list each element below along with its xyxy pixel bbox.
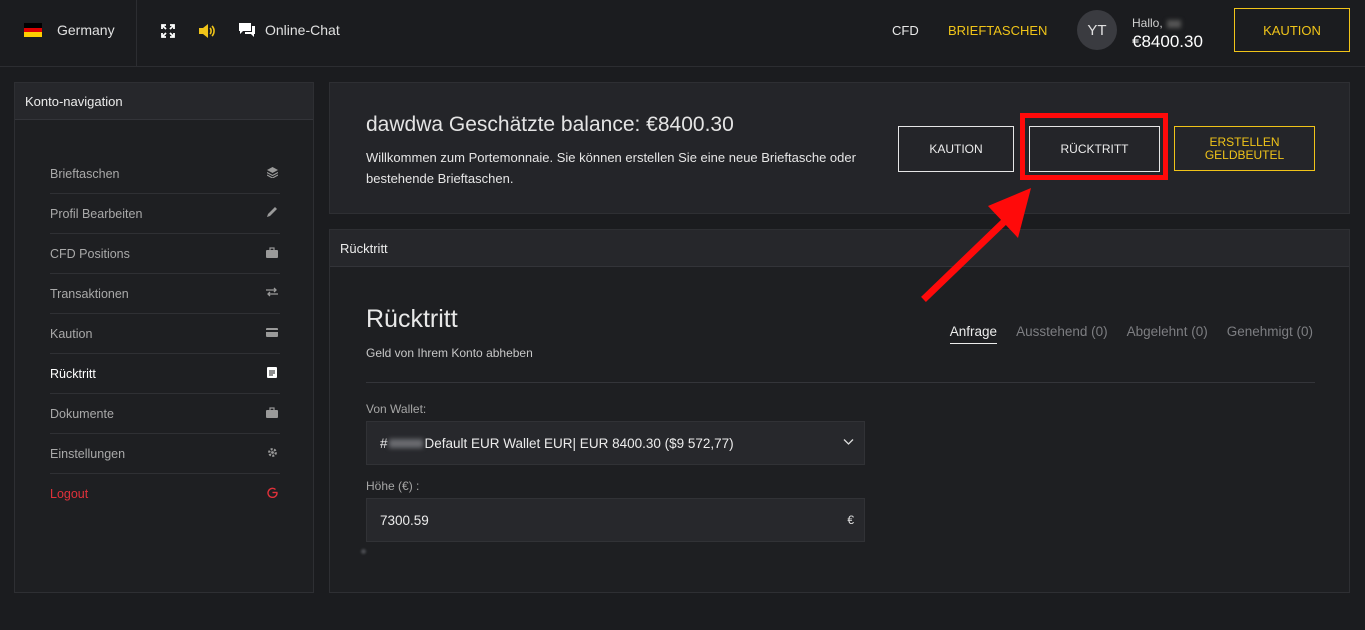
country-selector[interactable]: Germany bbox=[24, 22, 115, 38]
account-navigation: Konto-navigation Brieftaschen Profil Bea… bbox=[14, 82, 314, 593]
sidebar-item-transactions[interactable]: Transaktionen bbox=[50, 274, 280, 314]
blurred-dot bbox=[361, 549, 366, 554]
tab-rejected[interactable]: Abgelehnt (0) bbox=[1127, 324, 1208, 344]
header-deposit-button[interactable]: KAUTION bbox=[1234, 8, 1350, 52]
sidebar-item-label: Einstellungen bbox=[50, 446, 126, 461]
layers-icon bbox=[264, 166, 280, 181]
top-bar: Germany Online-Chat CFD BRIEFTASCHEN YT … bbox=[0, 0, 1365, 67]
deposit-button[interactable]: KAUTION bbox=[898, 126, 1014, 172]
sidebar-item-label: Brieftaschen bbox=[50, 166, 120, 181]
gear-icon bbox=[264, 447, 280, 461]
sidebar-item-label: Transaktionen bbox=[50, 286, 129, 301]
online-chat-link[interactable]: Online-Chat bbox=[238, 22, 340, 38]
sidebar-item-logout[interactable]: Logout bbox=[50, 474, 280, 514]
fullscreen-icon[interactable] bbox=[157, 20, 179, 42]
sidebar-title: Konto-navigation bbox=[15, 83, 313, 120]
wallet-description: Willkommen zum Portemonnaie. Sie können … bbox=[366, 150, 856, 186]
sidebar-menu: Brieftaschen Profil Bearbeiten CFD Posit… bbox=[50, 154, 280, 514]
sidebar-item-documents[interactable]: Dokumente bbox=[50, 394, 280, 434]
sidebar-item-edit-profile[interactable]: Profil Bearbeiten bbox=[50, 194, 280, 234]
nav-wallets[interactable]: BRIEFTASCHEN bbox=[948, 23, 1047, 38]
divider bbox=[366, 382, 1315, 383]
withdraw-button[interactable]: RÜCKTRITT bbox=[1029, 126, 1160, 172]
withdraw-panel-header: Rücktritt bbox=[330, 230, 1349, 267]
wallet-summary-panel: dawdwa Geschätzte balance: €8400.30 Will… bbox=[329, 82, 1350, 214]
sidebar-item-label: Profil Bearbeiten bbox=[50, 206, 143, 221]
currency-suffix: € bbox=[847, 513, 854, 527]
wallet-hash: # bbox=[380, 435, 388, 451]
withdraw-subtitle: Geld von Ihrem Konto abheben bbox=[366, 346, 533, 360]
card-icon bbox=[264, 327, 280, 340]
sidebar-item-deposit[interactable]: Kaution bbox=[50, 314, 280, 354]
sidebar-item-wallets[interactable]: Brieftaschen bbox=[50, 154, 280, 194]
germany-flag-icon bbox=[24, 23, 42, 37]
wallet-id-redacted bbox=[388, 438, 423, 448]
greeting: Hallo, bbox=[1132, 16, 1181, 30]
header-balance: €8400.30 bbox=[1132, 32, 1203, 51]
amount-value: 7300.59 bbox=[380, 512, 429, 528]
sound-icon[interactable] bbox=[196, 20, 218, 42]
wallet-balance-title: dawdwa Geschätzte balance: €8400.30 bbox=[366, 113, 734, 136]
tab-request[interactable]: Anfrage bbox=[949, 324, 998, 344]
wallet-select-label: Von Wallet: bbox=[366, 402, 427, 416]
chat-icon bbox=[239, 23, 255, 37]
username-redacted bbox=[1166, 19, 1181, 28]
sidebar-item-cfd-positions[interactable]: CFD Positions bbox=[50, 234, 280, 274]
sidebar-item-withdraw[interactable]: Rücktritt bbox=[50, 354, 280, 394]
sidebar-item-settings[interactable]: Einstellungen bbox=[50, 434, 280, 474]
country-label: Germany bbox=[57, 22, 115, 38]
withdraw-tabs: Anfrage Ausstehend (0) Abgelehnt (0) Gen… bbox=[949, 324, 1313, 344]
document-icon bbox=[264, 366, 280, 381]
avatar[interactable]: YT bbox=[1077, 10, 1117, 50]
chat-label: Online-Chat bbox=[265, 22, 340, 38]
withdraw-panel: Rücktritt Rücktritt Geld von Ihrem Konto… bbox=[329, 229, 1350, 593]
transfer-icon bbox=[264, 287, 280, 300]
sidebar-item-label: Dokumente bbox=[50, 406, 114, 421]
wallet-select-value: Default EUR Wallet EUR| EUR 8400.30 ($9 … bbox=[424, 435, 734, 451]
greeting-label: Hallo, bbox=[1132, 16, 1163, 30]
briefcase-icon bbox=[264, 246, 280, 261]
sidebar-item-label: Kaution bbox=[50, 326, 93, 341]
amount-label: Höhe (€) : bbox=[366, 479, 420, 493]
tab-pending[interactable]: Ausstehend (0) bbox=[1016, 324, 1108, 344]
nav-cfd[interactable]: CFD bbox=[892, 23, 919, 38]
chevron-down-icon bbox=[843, 439, 854, 445]
amount-input[interactable]: 7300.59 € bbox=[366, 498, 865, 542]
sidebar-item-label: CFD Positions bbox=[50, 246, 130, 261]
sidebar-item-label: Logout bbox=[50, 487, 89, 501]
create-wallet-button[interactable]: ERSTELLEN GELDBEUTEL bbox=[1174, 126, 1315, 171]
briefcase-icon bbox=[264, 406, 280, 421]
pencil-icon bbox=[264, 206, 280, 221]
power-icon bbox=[264, 487, 280, 501]
divider bbox=[136, 0, 137, 67]
sidebar-item-label: Rücktritt bbox=[50, 366, 96, 381]
tab-approved[interactable]: Genehmigt (0) bbox=[1227, 324, 1313, 344]
wallet-select[interactable]: # Default EUR Wallet EUR| EUR 8400.30 ($9… bbox=[366, 421, 865, 465]
withdraw-title: Rücktritt bbox=[366, 305, 458, 333]
